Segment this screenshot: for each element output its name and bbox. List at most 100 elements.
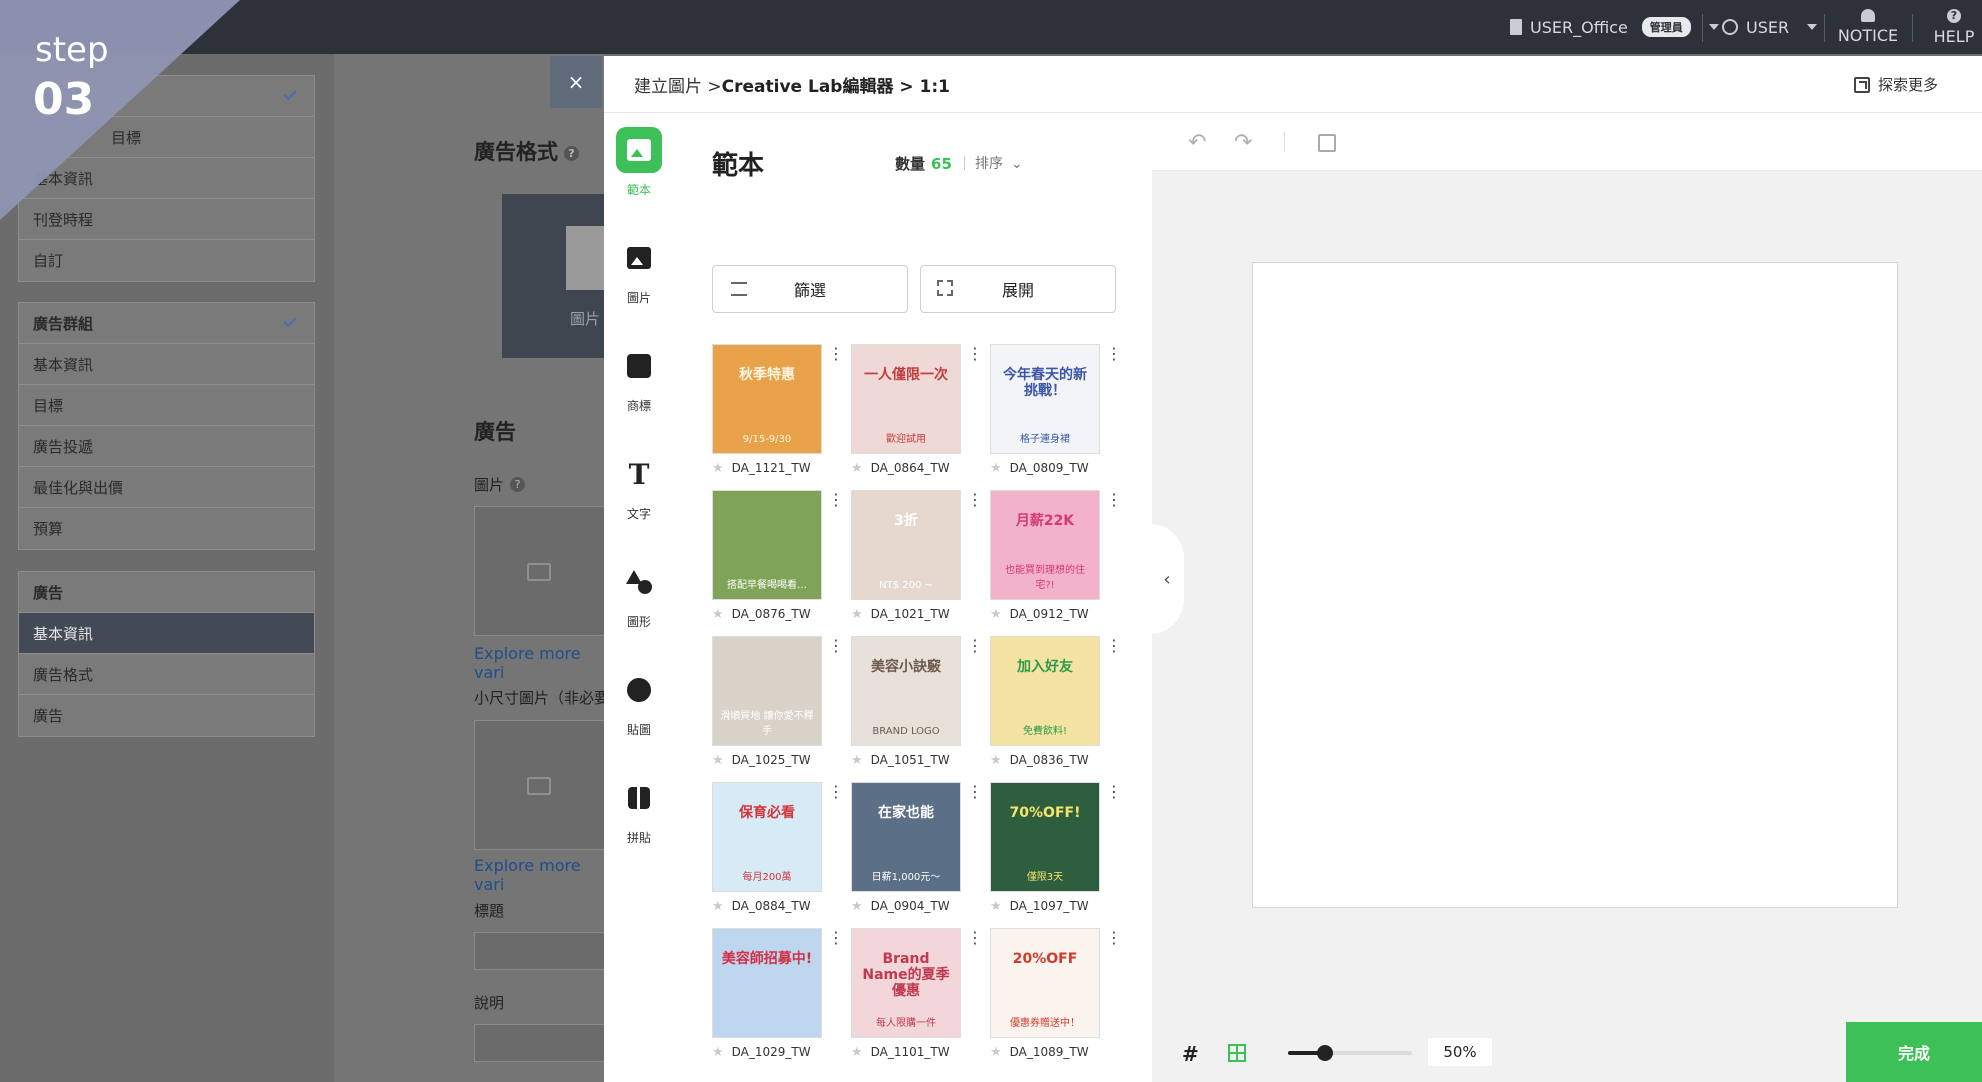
- template-card[interactable]: 滑順質地 讓你愛不釋手 ⋮ ★ DA_1025_TW: [712, 636, 844, 774]
- more-options-icon[interactable]: ⋮: [828, 492, 844, 508]
- template-card[interactable]: 70%OFF! 僅限3天 ⋮ ★ DA_1097_TW: [990, 782, 1122, 920]
- collapse-panel-button[interactable]: ‹: [1150, 524, 1184, 634]
- star-icon[interactable]: ★: [990, 899, 1002, 914]
- tool-template[interactable]: 範本: [610, 127, 668, 207]
- template-card[interactable]: 搭配早餐喝喝看… ⋮ ★ DA_0876_TW: [712, 490, 844, 628]
- template-thumbnail[interactable]: 滑順質地 讓你愛不釋手: [712, 636, 822, 746]
- star-icon[interactable]: ★: [990, 461, 1002, 476]
- star-icon[interactable]: ★: [990, 607, 1002, 622]
- description-input[interactable]: [474, 1024, 614, 1062]
- template-card[interactable]: 秋季特惠 9/15-9/30 ⋮ ★ DA_1121_TW: [712, 344, 844, 482]
- done-button[interactable]: 完成: [1846, 1022, 1982, 1082]
- template-card[interactable]: Brand Name的夏季優惠 每人限購一件 ⋮ ★ DA_1101_TW: [851, 928, 983, 1066]
- help-button[interactable]: ? HELP: [1928, 0, 1980, 54]
- more-options-icon[interactable]: ⋮: [1106, 638, 1122, 654]
- explore-more-link[interactable]: Explore more vari: [474, 644, 604, 682]
- more-options-icon[interactable]: ⋮: [828, 930, 844, 946]
- nav-item[interactable]: 廣告: [19, 695, 314, 736]
- template-thumbnail[interactable]: Brand Name的夏季優惠 每人限購一件: [851, 928, 961, 1038]
- star-icon[interactable]: ★: [851, 1045, 863, 1060]
- star-icon[interactable]: ★: [851, 753, 863, 768]
- more-options-icon[interactable]: ⋮: [967, 346, 983, 362]
- more-options-icon[interactable]: ⋮: [1106, 346, 1122, 362]
- more-options-icon[interactable]: ⋮: [1106, 930, 1122, 946]
- undo-icon[interactable]: ↶: [1188, 130, 1206, 155]
- template-thumbnail[interactable]: 3折 NT$ 200 ~: [851, 490, 961, 600]
- template-card[interactable]: 3折 NT$ 200 ~ ⋮ ★ DA_1021_TW: [851, 490, 983, 628]
- notice-button[interactable]: NOTICE: [1838, 0, 1898, 54]
- nav-item[interactable]: 廣告群組: [19, 303, 314, 344]
- nav-item[interactable]: 最佳化與出價: [19, 467, 314, 508]
- template-card[interactable]: 加入好友 免費飲料! ⋮ ★ DA_0836_TW: [990, 636, 1122, 774]
- zoom-slider-handle[interactable]: [1317, 1045, 1334, 1061]
- template-card[interactable]: 美容小訣竅 BRAND LOGO ⋮ ★ DA_1051_TW: [851, 636, 983, 774]
- template-thumbnail[interactable]: 70%OFF! 僅限3天: [990, 782, 1100, 892]
- artboard-canvas[interactable]: [1252, 262, 1898, 908]
- tool-text[interactable]: T 文字: [610, 451, 668, 531]
- star-icon[interactable]: ★: [990, 753, 1002, 768]
- headline-input[interactable]: [474, 932, 614, 970]
- more-options-icon[interactable]: ⋮: [828, 638, 844, 654]
- office-switcher[interactable]: USER_Office 管理員: [1510, 0, 1719, 54]
- more-options-icon[interactable]: ⋮: [828, 346, 844, 362]
- nav-item[interactable]: 自訂: [19, 240, 314, 281]
- tool-logo[interactable]: 商標: [610, 343, 668, 423]
- template-card[interactable]: 美容師招募中! ⋮ ★ DA_1029_TW: [712, 928, 844, 1066]
- star-icon[interactable]: ★: [990, 1045, 1002, 1060]
- more-options-icon[interactable]: ⋮: [1106, 784, 1122, 800]
- more-options-icon[interactable]: ⋮: [967, 638, 983, 654]
- template-thumbnail[interactable]: 美容師招募中!: [712, 928, 822, 1038]
- star-icon[interactable]: ★: [851, 899, 863, 914]
- star-icon[interactable]: ★: [712, 753, 724, 768]
- template-thumbnail[interactable]: 一人僅限一次 歡迎試用: [851, 344, 961, 454]
- nav-item[interactable]: 刊登時程: [19, 199, 314, 240]
- template-thumbnail[interactable]: 搭配早餐喝喝看…: [712, 490, 822, 600]
- star-icon[interactable]: ★: [712, 1045, 724, 1060]
- more-options-icon[interactable]: ⋮: [967, 784, 983, 800]
- more-options-icon[interactable]: ⋮: [1106, 492, 1122, 508]
- image-format-tile[interactable]: 圖片: [502, 194, 612, 358]
- nav-item[interactable]: 目標: [19, 385, 314, 426]
- grid-toggle-icon[interactable]: [1228, 1044, 1246, 1062]
- filter-button[interactable]: 篩選: [712, 265, 908, 313]
- template-thumbnail[interactable]: 在家也能 日薪1,000元～: [851, 782, 961, 892]
- star-icon[interactable]: ★: [712, 461, 724, 476]
- more-options-icon[interactable]: ⋮: [828, 784, 844, 800]
- nav-item[interactable]: 預算: [19, 508, 314, 549]
- template-thumbnail[interactable]: 今年春天的新挑戰！ 格子連身裙: [990, 344, 1100, 454]
- template-card[interactable]: 今年春天的新挑戰！ 格子連身裙 ⋮ ★ DA_0809_TW: [990, 344, 1122, 482]
- template-card[interactable]: 在家也能 日薪1,000元～ ⋮ ★ DA_0904_TW: [851, 782, 983, 920]
- star-icon[interactable]: ★: [712, 899, 724, 914]
- template-thumbnail[interactable]: 加入好友 免費飲料!: [990, 636, 1100, 746]
- user-menu[interactable]: USER: [1722, 0, 1818, 54]
- tool-shape[interactable]: 圖形: [610, 559, 668, 639]
- star-icon[interactable]: ★: [712, 607, 724, 622]
- close-button[interactable]: ×: [550, 56, 602, 108]
- star-icon[interactable]: ★: [851, 607, 863, 622]
- template-card[interactable]: 20%OFF 優惠券贈送中！ ⋮ ★ DA_1089_TW: [990, 928, 1122, 1066]
- select-checkbox[interactable]: [1318, 134, 1336, 152]
- breadcrumb-create-image[interactable]: 建立圖片 >: [634, 72, 722, 97]
- template-thumbnail[interactable]: 20%OFF 優惠券贈送中！: [990, 928, 1100, 1038]
- image-upload-box[interactable]: [474, 506, 614, 636]
- more-options-icon[interactable]: ⋮: [967, 492, 983, 508]
- nav-item-active[interactable]: 基本資訊: [19, 613, 314, 654]
- nav-item[interactable]: 廣告: [19, 572, 314, 613]
- hash-grid-icon[interactable]: #: [1182, 1042, 1199, 1066]
- nav-item[interactable]: 基本資訊: [19, 158, 314, 199]
- template-thumbnail[interactable]: 月薪22K 也能買到理想的住宅?!: [990, 490, 1100, 600]
- template-card[interactable]: 月薪22K 也能買到理想的住宅?! ⋮ ★ DA_0912_TW: [990, 490, 1122, 628]
- template-card[interactable]: 一人僅限一次 歡迎試用 ⋮ ★ DA_0864_TW: [851, 344, 983, 482]
- template-card[interactable]: 保育必看 每月200萬 ⋮ ★ DA_0884_TW: [712, 782, 844, 920]
- template-thumbnail[interactable]: 美容小訣竅 BRAND LOGO: [851, 636, 961, 746]
- tool-sticker[interactable]: 貼圖: [610, 667, 668, 747]
- tool-image[interactable]: 圖片: [610, 235, 668, 315]
- explore-more-button[interactable]: 探索更多: [1853, 56, 1938, 113]
- expand-button[interactable]: 展開: [920, 265, 1116, 313]
- sort-dropdown[interactable]: 排序 ⌄: [964, 153, 1023, 173]
- nav-item[interactable]: 基本資訊: [19, 344, 314, 385]
- template-thumbnail[interactable]: 秋季特惠 9/15-9/30: [712, 344, 822, 454]
- small-image-upload-box[interactable]: [474, 720, 614, 850]
- nav-item[interactable]: 廣告投遞: [19, 426, 314, 467]
- template-thumbnail[interactable]: 保育必看 每月200萬: [712, 782, 822, 892]
